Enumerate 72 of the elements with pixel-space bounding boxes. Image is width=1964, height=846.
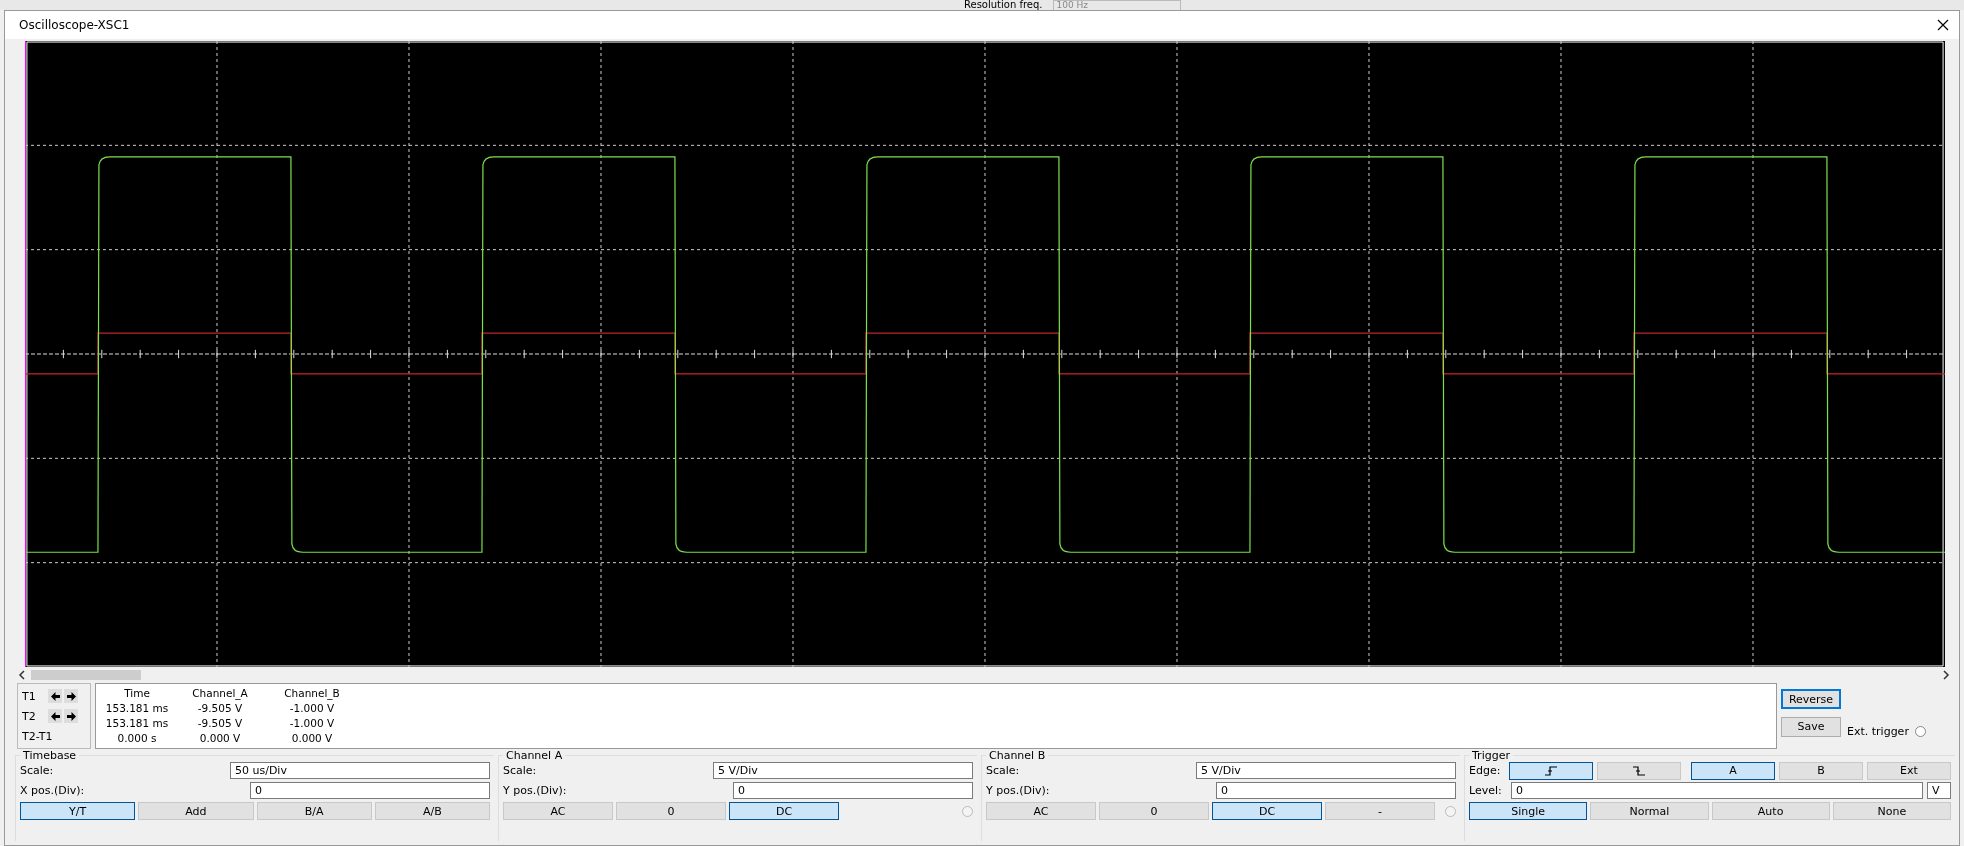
field-label: Scale: xyxy=(986,764,1020,777)
table-cell-text: 153.181 ms xyxy=(104,701,170,716)
radio-button[interactable] xyxy=(1445,805,1456,817)
scale-field[interactable]: 50 us/Div xyxy=(230,762,490,779)
position-field[interactable]: 0 xyxy=(250,782,490,799)
mode-button[interactable]: B/A xyxy=(256,802,372,820)
coupling-button[interactable]: 0 xyxy=(616,802,726,820)
scroll-right-icon[interactable] xyxy=(1941,670,1951,680)
cursor-label: T2 xyxy=(22,709,37,723)
rising-edge-button[interactable] xyxy=(1509,761,1594,780)
mode-button[interactable]: A/B xyxy=(374,802,490,820)
field-label: Scale: xyxy=(20,764,54,777)
trigger-mode-button[interactable]: None xyxy=(1832,802,1951,820)
group-title: Channel B xyxy=(988,749,1047,762)
table-cell-text: 153.181 ms xyxy=(104,716,170,731)
column-header: Channel_B xyxy=(283,686,341,701)
group-title: Trigger xyxy=(1471,749,1511,762)
source-button[interactable]: B xyxy=(1779,761,1863,780)
radio-button[interactable] xyxy=(1914,726,1926,737)
source-button[interactable]: A xyxy=(1691,761,1775,780)
trigger-mode-button[interactable]: Auto xyxy=(1711,802,1830,820)
coupling-button[interactable]: AC xyxy=(986,802,1096,820)
cursor-right-button[interactable] xyxy=(64,709,78,723)
position-field[interactable]: 0 xyxy=(1216,782,1456,799)
trigger-mode-button[interactable]: Single xyxy=(1469,802,1588,820)
mode-button[interactable]: Add xyxy=(138,802,254,820)
source-button[interactable]: Ext xyxy=(1867,761,1951,780)
field-label: Y pos.(Div): xyxy=(503,784,567,797)
group-title: Timebase xyxy=(22,749,78,762)
field-label: Scale: xyxy=(503,764,537,777)
table-cell-text: -9.505 V xyxy=(196,701,244,716)
coupling-button[interactable]: AC xyxy=(503,802,613,820)
unit-field: V xyxy=(1927,782,1951,799)
scroll-left-icon[interactable] xyxy=(17,670,27,680)
cursor-label: T1 xyxy=(22,689,37,703)
group-title: Channel A xyxy=(505,749,564,762)
save-button[interactable]: Save xyxy=(1781,716,1841,737)
field-label: Edge: xyxy=(1469,764,1502,777)
reverse-button[interactable]: Reverse xyxy=(1781,689,1841,709)
level-field[interactable]: 0 xyxy=(1511,782,1923,799)
coupling-button[interactable]: - xyxy=(1325,802,1435,820)
trigger-mode-button[interactable]: Normal xyxy=(1590,802,1709,820)
position-field[interactable]: 0 xyxy=(733,782,973,799)
ext-trigger-label: Ext. trigger xyxy=(1847,725,1909,738)
rising-edge-icon xyxy=(1544,765,1559,776)
cursor-label: T2-T1 xyxy=(22,729,53,743)
table-cell-text: 0.000 V xyxy=(290,731,334,746)
table-cell-text: 0.000 s xyxy=(116,731,158,746)
cursor-left-button[interactable] xyxy=(48,709,62,723)
scale-field[interactable]: 5 V/Div xyxy=(1196,762,1456,779)
close-icon[interactable] xyxy=(1937,19,1949,31)
background-label: Resolution freq. xyxy=(964,0,1043,10)
coupling-button[interactable]: 0 xyxy=(1099,802,1209,820)
field-label: Y pos.(Div): xyxy=(986,784,1050,797)
window-title: Oscilloscope-XSC1 xyxy=(19,18,130,32)
table-cell-text: -1.000 V xyxy=(288,716,336,731)
coupling-button[interactable]: DC xyxy=(729,802,839,820)
table-cell-text: -9.505 V xyxy=(196,716,244,731)
column-header: Channel_A xyxy=(191,686,249,701)
mode-button[interactable]: Y/T xyxy=(20,802,136,820)
falling-edge-icon xyxy=(1632,765,1647,776)
scale-field[interactable]: 5 V/Div xyxy=(713,762,973,779)
cursor-right-button[interactable] xyxy=(64,689,78,703)
column-header: Time xyxy=(123,686,151,701)
coupling-button[interactable]: DC xyxy=(1212,802,1322,820)
field-label: X pos.(Div): xyxy=(20,784,85,797)
table-cell-text: 0.000 V xyxy=(198,731,242,746)
table-cell-text: -1.000 V xyxy=(288,701,336,716)
radio-button[interactable] xyxy=(962,805,973,817)
falling-edge-button[interactable] xyxy=(1597,761,1682,780)
cursor-left-button[interactable] xyxy=(48,689,62,703)
field-label: Level: xyxy=(1469,784,1503,797)
